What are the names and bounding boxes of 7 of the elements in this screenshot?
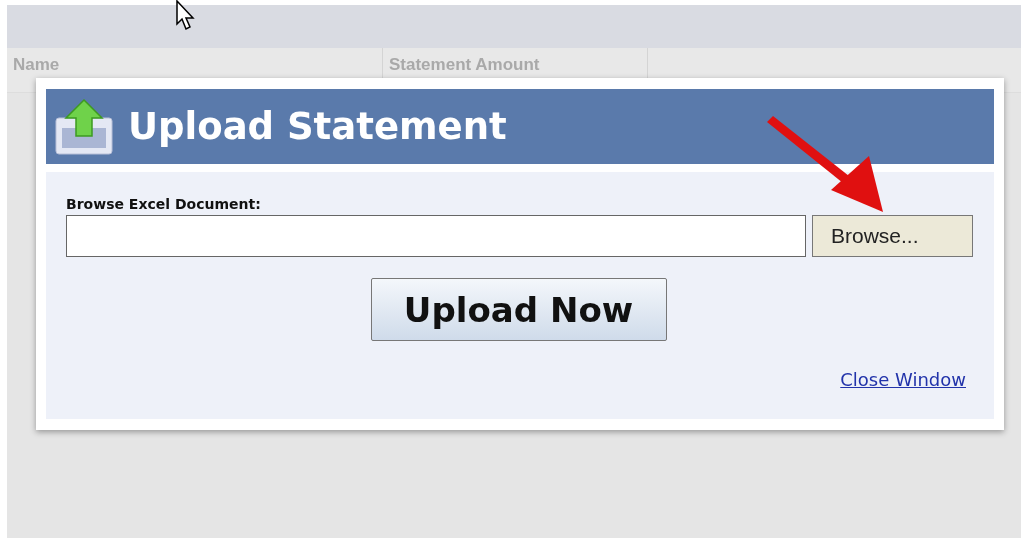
upload-button[interactable]: Upload Now <box>370 278 667 341</box>
dialog-title: Upload Statement <box>128 105 507 148</box>
close-window-link[interactable]: Close Window <box>840 369 966 390</box>
field-label: Browse Excel Document: <box>66 196 262 212</box>
upload-icon <box>54 97 114 156</box>
file-path-field[interactable] <box>66 215 806 257</box>
browse-button[interactable]: Browse... <box>812 215 973 257</box>
